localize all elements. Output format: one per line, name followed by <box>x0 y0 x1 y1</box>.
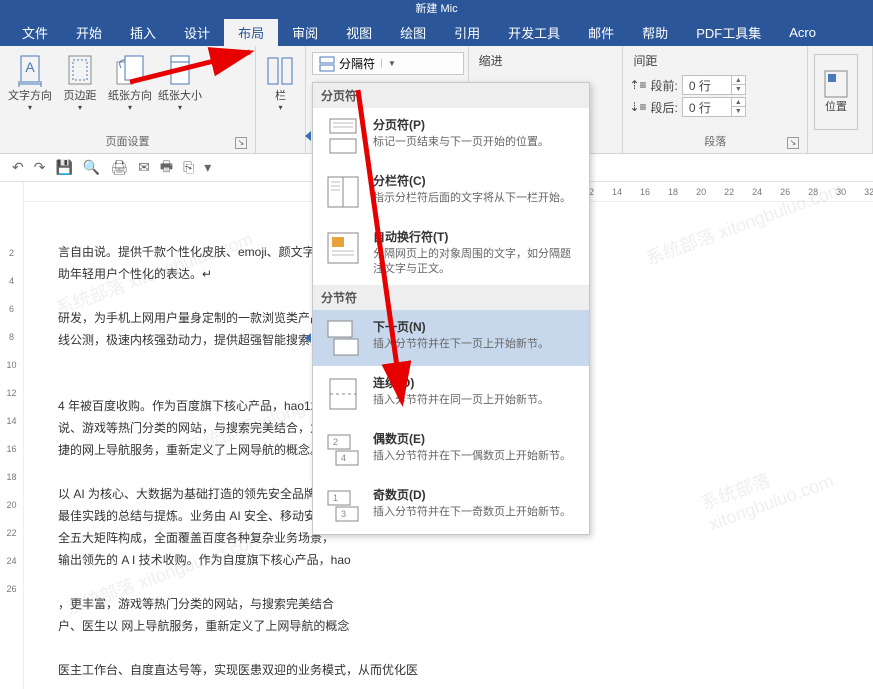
option-desc: 插入分节符并在下一页上开始新节。 <box>373 337 549 352</box>
doc-line: 输出领先的 A I 技术收购。作为自度旗下核心产品，hao <box>58 550 857 570</box>
next-page-icon <box>323 318 363 358</box>
tab-设计[interactable]: 设计 <box>170 19 224 46</box>
position-button[interactable]: 位置 <box>814 54 858 130</box>
option-title: 奇数页(D) <box>373 486 571 503</box>
size-button[interactable]: 纸张大小▾ <box>156 50 204 112</box>
qat-item-3[interactable]: 🔍 <box>83 159 100 176</box>
spacing-before-input[interactable]: 0 行▲▼ <box>682 75 746 95</box>
option-desc: 插入分节符并在下一奇数页上开始新节。 <box>373 505 571 520</box>
ribbon-tabs: 文件开始插入设计布局审阅视图绘图引用开发工具邮件帮助PDF工具集Acro <box>0 18 873 46</box>
tab-开始[interactable]: 开始 <box>62 19 116 46</box>
break-option-page-break[interactable]: 分页符(P) 标记一页结束与下一页开始的位置。 <box>313 108 589 164</box>
qat-item-8[interactable]: ▾ <box>204 159 211 176</box>
break-option-odd-page[interactable]: 13 奇数页(D) 插入分节符并在下一奇数页上开始新节。 <box>313 478 589 534</box>
tab-审阅[interactable]: 审阅 <box>278 19 332 46</box>
tab-帮助[interactable]: 帮助 <box>628 19 682 46</box>
text-wrapping-break-icon <box>323 228 363 268</box>
svg-text:3: 3 <box>341 509 346 519</box>
even-page-icon: 24 <box>323 430 363 470</box>
spacing-after-input[interactable]: 0 行▲▼ <box>682 97 746 117</box>
tab-视图[interactable]: 视图 <box>332 19 386 46</box>
title-bar: 新建 Mic <box>0 0 873 18</box>
margins-button[interactable]: 页边距▾ <box>56 50 104 112</box>
qat-item-2[interactable]: 💾 <box>55 159 72 176</box>
tab-布局[interactable]: 布局 <box>224 19 278 46</box>
tab-邮件[interactable]: 邮件 <box>574 19 628 46</box>
indent-label: 缩进 <box>475 50 617 71</box>
tab-Acro[interactable]: Acro <box>775 21 830 44</box>
option-desc: 分隔网页上的对象周围的文字，如分隔题注文字与正文。 <box>373 247 579 277</box>
breaks-dropdown: 分页符分页符(P) 标记一页结束与下一页开始的位置。分栏符(C) 指示分栏符后面的文… <box>312 82 590 535</box>
tab-插入[interactable]: 插入 <box>116 19 170 46</box>
spacing-label: 间距 <box>629 50 801 73</box>
svg-text:2: 2 <box>333 437 338 447</box>
page-setup-launcher-icon[interactable]: ↘ <box>235 137 247 149</box>
option-title: 偶数页(E) <box>373 430 571 447</box>
break-option-even-page[interactable]: 24 偶数页(E) 插入分节符并在下一偶数页上开始新节。 <box>313 422 589 478</box>
chevron-down-icon: ▼ <box>381 59 396 68</box>
qat-item-0[interactable]: ↶ <box>12 159 24 176</box>
svg-text:4: 4 <box>341 453 346 463</box>
spacing-after-icon: ⇣≡ <box>629 100 646 114</box>
columns-button[interactable]: 栏▾ <box>262 50 299 112</box>
option-title: 连续(O) <box>373 374 549 391</box>
tab-文件[interactable]: 文件 <box>8 19 62 46</box>
doc-line: ，更丰富，游戏等热门分类的网站，与搜索完美结合 <box>58 594 857 614</box>
option-desc: 指示分栏符后面的文字将从下一栏开始。 <box>373 191 571 206</box>
option-title: 分栏符(C) <box>373 172 571 189</box>
orientation-button[interactable]: 纸张方向▾ <box>106 50 154 112</box>
doc-line <box>58 638 857 658</box>
odd-page-icon: 13 <box>323 486 363 526</box>
doc-line: 医主工作台、自度直达号等，实现医患双迎的业务模式，从而优化医 <box>58 660 857 680</box>
group-label-paragraph: 段落↘ <box>629 133 801 151</box>
option-desc: 标记一页结束与下一页开始的位置。 <box>373 135 549 150</box>
vertical-ruler[interactable]: 2468101214161820222426 <box>0 182 24 689</box>
svg-text:A: A <box>25 59 35 75</box>
page-break-icon <box>323 116 363 156</box>
option-desc: 插入分节符并在同一页上开始新节。 <box>373 393 549 408</box>
column-break-icon <box>323 172 363 212</box>
break-option-column-break[interactable]: 分栏符(C) 指示分栏符后面的文字将从下一栏开始。 <box>313 164 589 220</box>
text-direction-button[interactable]: A文字方向▾ <box>6 50 54 112</box>
paragraph-launcher-icon[interactable]: ↘ <box>787 137 799 149</box>
tab-PDF工具集[interactable]: PDF工具集 <box>682 19 775 46</box>
qat-item-7[interactable]: ⎘ <box>183 159 194 176</box>
dropdown-header: 分节符 <box>313 285 589 310</box>
break-option-text-wrapping-break[interactable]: 自动换行符(T) 分隔网页上的对象周围的文字，如分隔题注文字与正文。 <box>313 220 589 285</box>
spacing-before-icon: ⇡≡ <box>629 78 646 92</box>
dropdown-header: 分页符 <box>313 83 589 108</box>
qat-item-5[interactable]: ✉ <box>138 159 150 176</box>
tab-引用[interactable]: 引用 <box>440 19 494 46</box>
option-title: 下一页(N) <box>373 318 549 335</box>
qat-item-4[interactable]: 🖨 <box>110 159 128 176</box>
qat-item-6[interactable]: 🖶 <box>160 156 173 180</box>
continuous-icon <box>323 374 363 414</box>
tab-绘图[interactable]: 绘图 <box>386 19 440 46</box>
option-title: 自动换行符(T) <box>373 228 579 245</box>
group-label-page-setup: 页面设置↘ <box>6 133 249 151</box>
tab-开发工具[interactable]: 开发工具 <box>494 19 574 46</box>
breaks-icon <box>319 56 335 72</box>
breaks-button[interactable]: 分隔符▼ <box>312 52 464 75</box>
qat-item-1[interactable]: ↷ <box>34 159 46 176</box>
doc-line: 户、医生以 网上导航服务，重新定义了上网导航的概念 <box>58 616 857 636</box>
break-option-continuous[interactable]: 连续(O) 插入分节符并在同一页上开始新节。 <box>313 366 589 422</box>
svg-text:1: 1 <box>333 493 338 503</box>
break-option-next-page[interactable]: 下一页(N) 插入分节符并在下一页上开始新节。 <box>313 310 589 366</box>
doc-line <box>58 572 857 592</box>
option-desc: 插入分节符并在下一偶数页上开始新节。 <box>373 449 571 464</box>
option-title: 分页符(P) <box>373 116 549 133</box>
